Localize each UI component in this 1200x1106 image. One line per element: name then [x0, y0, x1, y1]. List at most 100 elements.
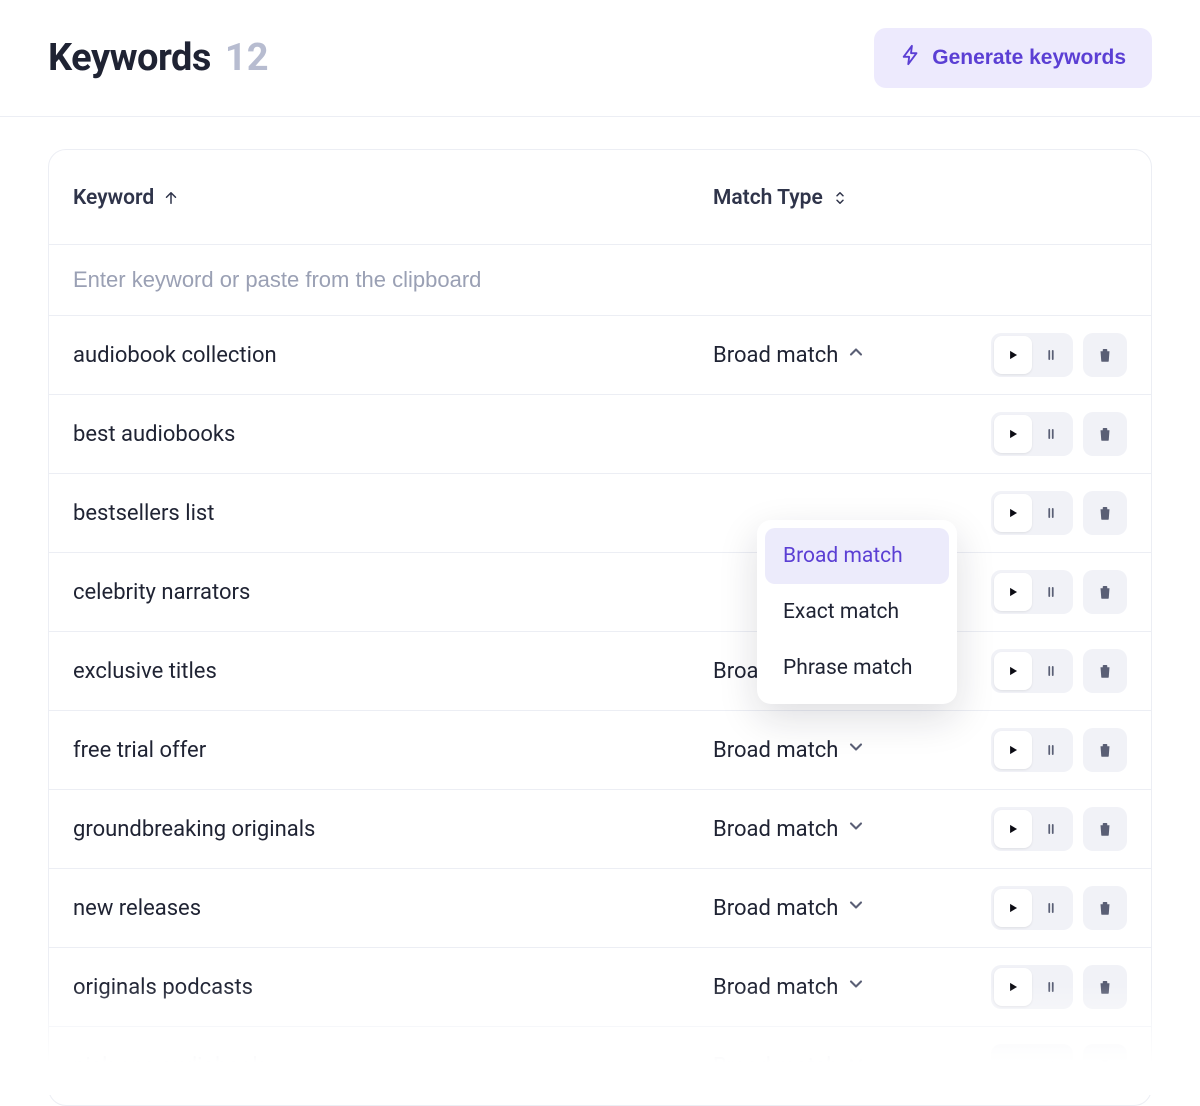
pause-icon [1044, 743, 1058, 757]
keyword-cell: free trial offer [73, 738, 713, 763]
trash-icon [1096, 346, 1114, 364]
pause-icon [1044, 585, 1058, 599]
delete-button[interactable] [1083, 965, 1127, 1009]
play-icon [1006, 743, 1020, 757]
trash-icon [1096, 741, 1114, 759]
dropdown-option-exact-match[interactable]: Exact match [765, 584, 949, 640]
row-actions [991, 491, 1127, 535]
keywords-panel: Keyword Match Type audiobook collectionB… [48, 149, 1152, 1106]
delete-button[interactable] [1083, 412, 1127, 456]
row-actions [991, 333, 1127, 377]
match-type-select[interactable]: Broad match [713, 342, 933, 368]
table-row: pick one audiobookBroad match [49, 1027, 1151, 1105]
page-header: Keywords 12 Generate keywords [0, 0, 1200, 117]
sort-both-icon [831, 189, 849, 207]
match-type-select[interactable]: Broad match [713, 737, 933, 763]
generate-keywords-label: Generate keywords [932, 46, 1126, 70]
play-button[interactable] [994, 415, 1032, 453]
row-actions [991, 1044, 1127, 1088]
trash-icon [1096, 978, 1114, 996]
play-pause-toggle [991, 570, 1073, 614]
play-button[interactable] [994, 573, 1032, 611]
delete-button[interactable] [1083, 1044, 1127, 1088]
arrow-up-icon [162, 189, 180, 207]
match-type-label: Broad match [713, 738, 838, 763]
trash-icon [1096, 899, 1114, 917]
play-button[interactable] [994, 336, 1032, 374]
keyword-cell: new releases [73, 896, 713, 921]
keyword-cell: audiobook collection [73, 343, 713, 368]
play-icon [1006, 822, 1020, 836]
trash-icon [1096, 583, 1114, 601]
table-row: groundbreaking originalsBroad match [49, 790, 1151, 869]
trash-icon [1096, 425, 1114, 443]
pause-button[interactable] [1032, 573, 1070, 611]
pause-icon [1044, 1059, 1058, 1073]
pause-button[interactable] [1032, 810, 1070, 848]
match-type-select[interactable]: Broad match [713, 895, 933, 921]
pause-icon [1044, 348, 1058, 362]
match-type-label: Broad match [713, 343, 838, 368]
play-icon [1006, 585, 1020, 599]
match-type-select[interactable]: Broad match [713, 816, 933, 842]
pause-button[interactable] [1032, 889, 1070, 927]
delete-button[interactable] [1083, 491, 1127, 535]
pause-button[interactable] [1032, 415, 1070, 453]
chevron-down-icon [846, 974, 866, 1000]
pause-button[interactable] [1032, 731, 1070, 769]
dropdown-option-phrase-match[interactable]: Phrase match [765, 640, 949, 696]
play-button[interactable] [994, 731, 1032, 769]
delete-button[interactable] [1083, 886, 1127, 930]
table-row: best audiobooks [49, 395, 1151, 474]
play-button[interactable] [994, 494, 1032, 532]
keyword-cell: pick one audiobook [73, 1054, 713, 1079]
lightning-icon [900, 44, 922, 72]
keyword-cell: bestsellers list [73, 501, 713, 526]
delete-button[interactable] [1083, 728, 1127, 772]
play-icon [1006, 664, 1020, 678]
keyword-cell: originals podcasts [73, 975, 713, 1000]
match-type-dropdown: Broad match Exact match Phrase match [757, 520, 957, 704]
play-button[interactable] [994, 889, 1032, 927]
keyword-input-row [49, 245, 1151, 316]
play-icon [1006, 506, 1020, 520]
table-row: exclusive titlesBroad match [49, 632, 1151, 711]
table-row: free trial offerBroad match [49, 711, 1151, 790]
column-header-keyword[interactable]: Keyword [73, 186, 713, 210]
match-type-label: Broad match [713, 896, 838, 921]
play-button[interactable] [994, 810, 1032, 848]
row-actions [991, 570, 1127, 614]
pause-icon [1044, 822, 1058, 836]
delete-button[interactable] [1083, 333, 1127, 377]
pause-button[interactable] [1032, 1047, 1070, 1085]
play-button[interactable] [994, 1047, 1032, 1085]
pause-button[interactable] [1032, 494, 1070, 532]
delete-button[interactable] [1083, 807, 1127, 851]
play-icon [1006, 980, 1020, 994]
pause-button[interactable] [1032, 336, 1070, 374]
row-actions [991, 728, 1127, 772]
keyword-cell: celebrity narrators [73, 580, 713, 605]
table-row: bestsellers list [49, 474, 1151, 553]
play-pause-toggle [991, 728, 1073, 772]
column-header-match-type[interactable]: Match Type [713, 186, 953, 210]
match-type-select[interactable]: Broad match [713, 1053, 933, 1079]
pause-icon [1044, 901, 1058, 915]
play-button[interactable] [994, 968, 1032, 1006]
generate-keywords-button[interactable]: Generate keywords [874, 28, 1152, 88]
delete-button[interactable] [1083, 649, 1127, 693]
play-icon [1006, 427, 1020, 441]
chevron-up-icon [846, 342, 866, 368]
keyword-input[interactable] [73, 267, 1127, 293]
pause-button[interactable] [1032, 968, 1070, 1006]
chevron-down-icon [846, 737, 866, 763]
dropdown-option-broad-match[interactable]: Broad match [765, 528, 949, 584]
trash-icon [1096, 1057, 1114, 1075]
column-header-keyword-label: Keyword [73, 186, 154, 210]
delete-button[interactable] [1083, 570, 1127, 614]
match-type-select[interactable]: Broad match [713, 974, 933, 1000]
pause-button[interactable] [1032, 652, 1070, 690]
play-button[interactable] [994, 652, 1032, 690]
trash-icon [1096, 820, 1114, 838]
table-row: originals podcastsBroad match [49, 948, 1151, 1027]
